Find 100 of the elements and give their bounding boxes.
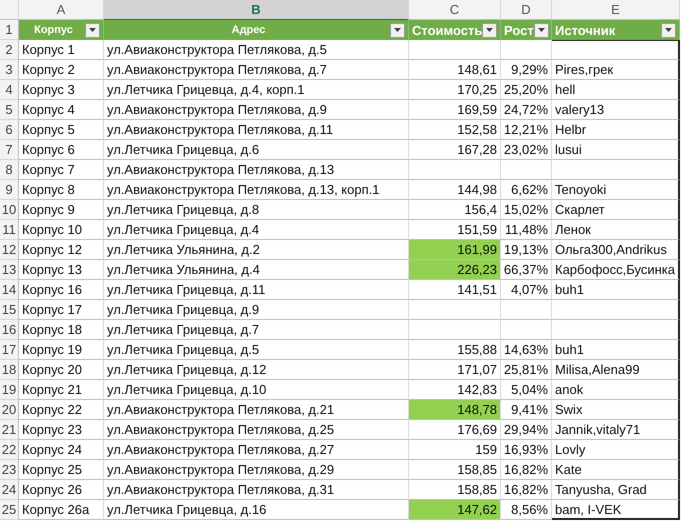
table-cell: ул.Летчика Грицевца, д.4 [104,220,409,240]
table-cell: ул.Авиаконструктора Петлякова, д.13, корп.1 [104,180,409,200]
table-cell: hell [552,80,680,100]
row-number[interactable]: 2 [0,40,19,60]
table-cell: ул.Летчика Грицевца, д.6 [104,140,409,160]
row-number[interactable]: 21 [0,420,19,440]
table-cell: Pires,грек [552,60,680,80]
table-cell: Helbr [552,120,680,140]
table-cell: Корпус 9 [19,200,104,220]
row-number[interactable]: 1 [0,20,19,40]
row-number[interactable]: 20 [0,400,19,420]
table-cell: ул.Авиаконструктора Петлякова, д.25 [104,420,409,440]
table-cell: ул.Авиаконструктора Петлякова, д.29 [104,460,409,480]
table-cell: 16,93% [501,440,552,460]
table-cell: 12,21% [501,120,552,140]
row-number[interactable]: 15 [0,300,19,320]
table-cell: 25,20% [501,80,552,100]
table-cell: valery13 [552,100,680,120]
table-cell: 159 [409,440,501,460]
table-cell: ул.Авиаконструктора Петлякова, д.21 [104,400,409,420]
table-cell: Корпус 4 [19,100,104,120]
table-cell: 29,94% [501,420,552,440]
row-number[interactable]: 12 [0,240,19,260]
table-cell: 147,62 [409,500,501,520]
table-cell: 170,25 [409,80,501,100]
table-cell: Корпус 18 [19,320,104,340]
table-cell: ул.Авиаконструктора Петлякова, д.9 [104,100,409,120]
row-number[interactable]: 17 [0,340,19,360]
table-cell: 5,04% [501,380,552,400]
table-cell: Корпус 8 [19,180,104,200]
table-cell: Ленок [552,220,680,240]
table-cell: Корпус 17 [19,300,104,320]
filter-button[interactable] [390,22,405,38]
filter-button[interactable] [661,22,676,38]
column-header[interactable]: D [501,0,552,20]
column-header[interactable]: A [19,0,104,20]
column-header[interactable]: E [552,0,680,20]
filter-button[interactable] [534,22,549,38]
table-cell: Корпус 10 [19,220,104,240]
row-number[interactable]: 19 [0,380,19,400]
table-cell: ул.Авиаконструктора Петлякова, д.27 [104,440,409,460]
table-cell: 15,02% [501,200,552,220]
table-cell: ул.Летчика Грицевца, д.7 [104,320,409,340]
table-cell: 176,69 [409,420,501,440]
header-label: Стоимость [412,22,482,38]
filter-button[interactable] [85,22,100,38]
table-cell: Swix [552,400,680,420]
table-cell: 167,28 [409,140,501,160]
table-cell: 14,63% [501,340,552,360]
row-number[interactable]: 22 [0,440,19,460]
row-number[interactable]: 3 [0,60,19,80]
table-cell: Корпус 20 [19,360,104,380]
row-number[interactable]: 6 [0,120,19,140]
table-cell: 8,56% [501,500,552,520]
table-cell: ул.Летчика Грицевца, д.16 [104,500,409,520]
table-cell: 155,88 [409,340,501,360]
table-cell: ул.Авиаконструктора Петлякова, д.5 [104,40,409,60]
table-cell: ул.Летчика Грицевца, д.10 [104,380,409,400]
table-cell: 6,62% [501,180,552,200]
table-cell: Корпус 7 [19,160,104,180]
table-cell: Корпус 16 [19,280,104,300]
table-cell: Tenoyoki [552,180,680,200]
table-cell: bam, I-VEK [552,500,680,520]
table-cell: 158,85 [409,460,501,480]
table-cell: ул.Авиаконструктора Петлякова, д.7 [104,60,409,80]
column-header[interactable]: B [104,0,409,20]
row-number[interactable]: 13 [0,260,19,280]
row-number[interactable]: 7 [0,140,19,160]
table-cell: Скарлет [552,200,680,220]
table-cell: 158,85 [409,480,501,500]
caret-icon [89,28,96,32]
table-cell: ул.Авиаконструктора Петлякова, д.31 [104,480,409,500]
row-number[interactable]: 25 [0,500,19,520]
row-number[interactable]: 18 [0,360,19,380]
filter-button[interactable] [482,22,498,38]
row-number[interactable]: 10 [0,200,19,220]
row-number[interactable]: 8 [0,160,19,180]
column-header[interactable]: C [409,0,501,20]
caret-icon [394,28,401,32]
row-number[interactable]: 23 [0,460,19,480]
row-number[interactable]: 9 [0,180,19,200]
table-cell: Корпус 26а [19,500,104,520]
row-number[interactable]: 11 [0,220,19,240]
table-cell: ул.Летчика Грицевца, д.12 [104,360,409,380]
table-cell: Корпус 22 [19,400,104,420]
table-cell: 226,23 [409,260,501,280]
table-cell: Корпус 21 [19,380,104,400]
table-cell: ул.Летчика Грицевца, д.5 [104,340,409,360]
row-number[interactable]: 14 [0,280,19,300]
row-number[interactable]: 4 [0,80,19,100]
table-cell: ул.Летчика Грицевца, д.4, корп.1 [104,80,409,100]
table-cell: 23,02% [501,140,552,160]
table-cell: 161,99 [409,240,501,260]
row-number[interactable]: 16 [0,320,19,340]
table-cell: 169,59 [409,100,501,120]
row-number[interactable]: 5 [0,100,19,120]
table-cell: ул.Авиаконструктора Петлякова, д.11 [104,120,409,140]
row-number[interactable]: 24 [0,480,19,500]
table-cell: 66,37% [501,260,552,280]
table-cell: 151,59 [409,220,501,240]
